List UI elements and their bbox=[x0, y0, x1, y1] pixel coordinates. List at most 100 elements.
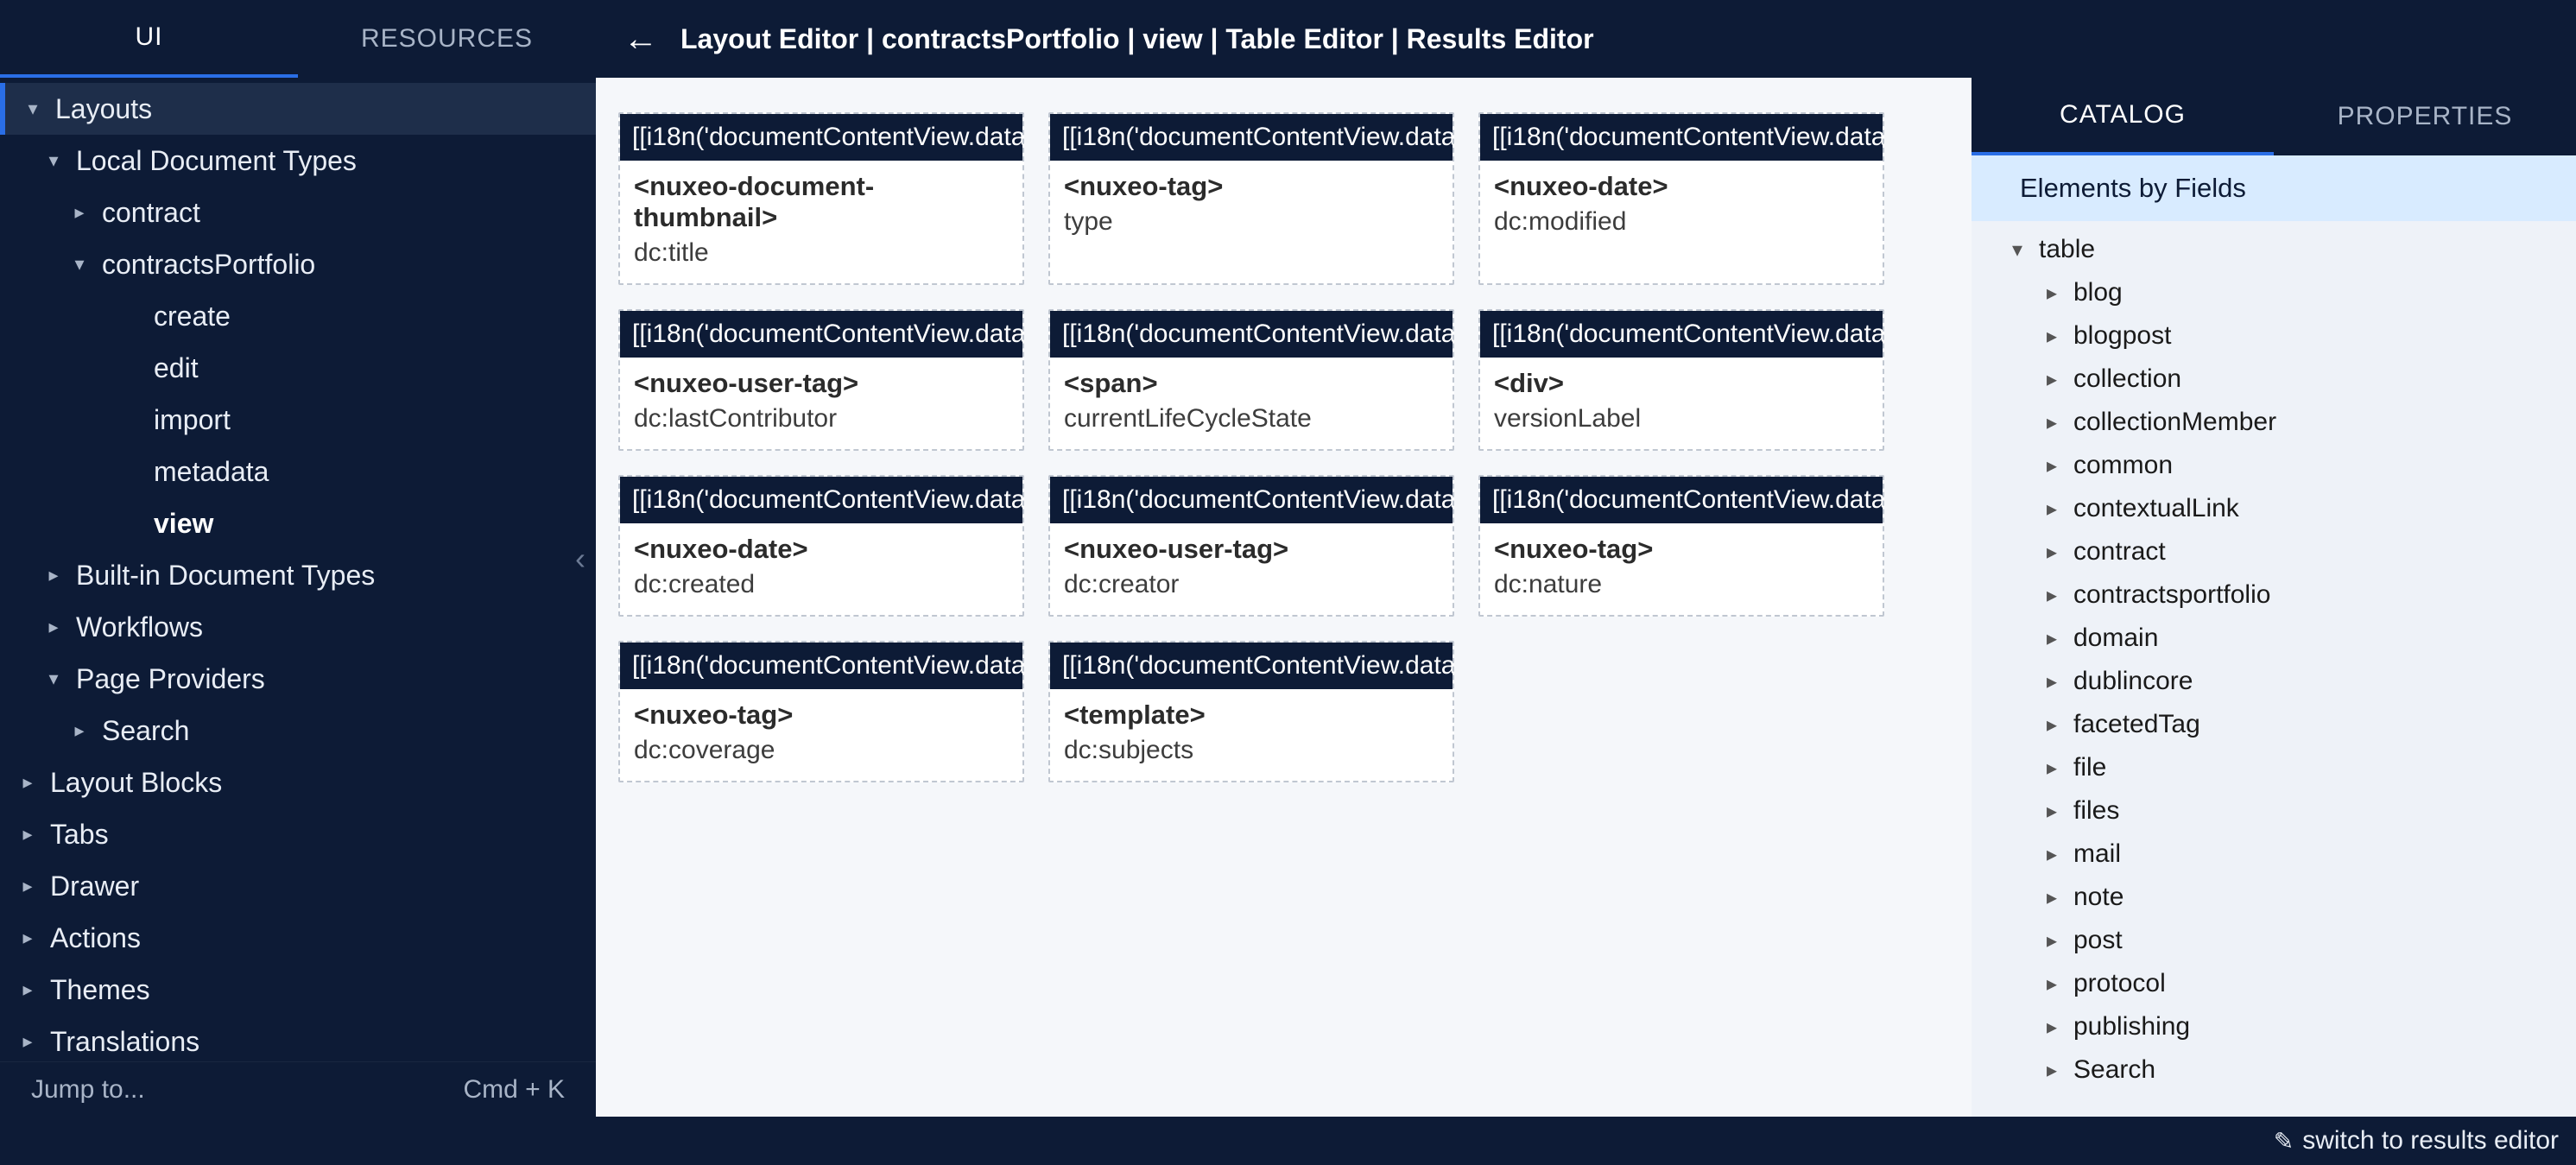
card-body: <span> currentLifeCycleState bbox=[1050, 358, 1453, 449]
catalog-item-post[interactable]: ▸post bbox=[1972, 919, 2576, 962]
tree-item-label: edit bbox=[154, 352, 199, 384]
catalog-item-dublincore[interactable]: ▸dublincore bbox=[1972, 660, 2576, 703]
card-element-tag: <nuxeo-user-tag> bbox=[1064, 534, 1439, 565]
layout-card[interactable]: [[i18n('documentContentView.datatal<nuxe… bbox=[618, 641, 1024, 782]
catalog-item-publishing[interactable]: ▸publishing bbox=[1972, 1005, 2576, 1048]
tree-item-translations[interactable]: ▸Translations bbox=[0, 1016, 596, 1061]
sidebar-tab-ui[interactable]: UI bbox=[0, 0, 298, 78]
layout-card[interactable]: [[i18n('documentContentView.datatal<nuxe… bbox=[1478, 112, 1884, 285]
catalog-item-facetedtag[interactable]: ▸facetedTag bbox=[1972, 703, 2576, 746]
catalog-item-files[interactable]: ▸files bbox=[1972, 789, 2576, 833]
tree-item-edit[interactable]: edit bbox=[0, 342, 596, 394]
catalog-item-protocol[interactable]: ▸protocol bbox=[1972, 962, 2576, 1005]
pencil-icon[interactable]: ✎ bbox=[2274, 1127, 2294, 1156]
card-element-tag: <nuxeo-tag> bbox=[634, 700, 1009, 731]
catalog-item-blogpost[interactable]: ▸blogpost bbox=[1972, 314, 2576, 358]
canvas-grid: [[i18n('documentContentView.datatal<nuxe… bbox=[618, 112, 1949, 782]
caret-icon: ▸ bbox=[2041, 756, 2063, 781]
card-property: dc:title bbox=[634, 238, 1009, 268]
card-element-tag: <span> bbox=[1064, 368, 1439, 399]
tree-item-tabs[interactable]: ▸Tabs bbox=[0, 808, 596, 860]
catalog-item-mail[interactable]: ▸mail bbox=[1972, 833, 2576, 876]
catalog-item-contract[interactable]: ▸contract bbox=[1972, 530, 2576, 573]
card-header: [[i18n('documentContentView.datatal bbox=[1050, 643, 1453, 689]
tree-item-view[interactable]: view bbox=[0, 497, 596, 549]
inspector-subheader: Elements by Fields bbox=[1972, 155, 2576, 221]
tree-item-contractsportfolio[interactable]: ▾contractsPortfolio bbox=[0, 238, 596, 290]
catalog-item-file[interactable]: ▸ file bbox=[1972, 746, 2576, 789]
catalog-item-contextuallink[interactable]: ▸contextualLink bbox=[1972, 487, 2576, 530]
catalog-item-domain[interactable]: ▸domain bbox=[1972, 617, 2576, 660]
caret-icon: ▸ bbox=[2041, 928, 2063, 953]
tree-item-page-providers[interactable]: ▾Page Providers bbox=[0, 653, 596, 705]
catalog-item-label: collectionMember bbox=[2073, 408, 2276, 437]
caret-icon: ▸ bbox=[2041, 367, 2063, 392]
tree-item-create[interactable]: create bbox=[0, 290, 596, 342]
card-element-tag: <div> bbox=[1494, 368, 1869, 399]
layout-card[interactable]: [[i18n('documentContentView.datatal<temp… bbox=[1048, 641, 1454, 782]
catalog-item-blog[interactable]: ▸blog bbox=[1972, 271, 2576, 314]
inspector-tab-catalog[interactable]: CATALOG bbox=[1972, 78, 2274, 155]
catalog-item-label: file bbox=[2073, 753, 2106, 782]
tree-item-built-in-document-types[interactable]: ▸Built-in Document Types bbox=[0, 549, 596, 601]
tree-item-local-document-types[interactable]: ▾ Local Document Types bbox=[0, 135, 596, 187]
tree-item-label: Layouts bbox=[55, 93, 152, 125]
caret-icon: ▸ bbox=[17, 875, 38, 897]
tree-item-label: create bbox=[154, 301, 231, 332]
tree-item-layout-blocks[interactable]: ▸Layout Blocks bbox=[0, 757, 596, 808]
tree-item-label: import bbox=[154, 404, 231, 436]
tree-item-themes[interactable]: ▸Themes bbox=[0, 964, 596, 1016]
sidebar-footer[interactable]: Jump to... Cmd + K bbox=[0, 1061, 596, 1117]
tree-item-layouts[interactable]: ▾Layouts bbox=[0, 83, 596, 135]
tree-item-import[interactable]: import bbox=[0, 394, 596, 446]
inspector-tab-properties[interactable]: PROPERTIES bbox=[2274, 78, 2576, 155]
layout-card[interactable]: [[i18n('documentContentView.datatal<nuxe… bbox=[618, 309, 1024, 451]
layout-card[interactable]: [[i18n('documentContentView.datatal<div>… bbox=[1478, 309, 1884, 451]
tree-item-label: Page Providers bbox=[76, 663, 265, 695]
tree-item-search[interactable]: ▸Search bbox=[0, 705, 596, 757]
caret-icon: ▸ bbox=[2041, 583, 2063, 608]
tree-item-actions[interactable]: ▸Actions bbox=[0, 912, 596, 964]
sidebar-tab-resources[interactable]: RESOURCES bbox=[298, 0, 596, 78]
caret-icon: ▸ bbox=[2041, 972, 2063, 997]
statusbar: ✎ switch to results editor bbox=[0, 1117, 2576, 1165]
caret-icon: ▸ bbox=[2041, 410, 2063, 435]
card-body: <nuxeo-tag>dc:coverage bbox=[620, 689, 1022, 781]
sidebar-collapse-icon[interactable]: ‹ bbox=[575, 541, 585, 577]
catalog-item-label: publishing bbox=[2073, 1012, 2190, 1042]
tree-item-drawer[interactable]: ▸Drawer bbox=[0, 860, 596, 912]
card-property: currentLifeCycleState bbox=[1064, 404, 1439, 434]
back-arrow-icon[interactable]: ← bbox=[617, 16, 665, 62]
jump-to-label: Jump to... bbox=[31, 1075, 145, 1105]
layout-card[interactable]: [[i18n('documentContentView.datatal<nuxe… bbox=[618, 112, 1024, 285]
card-element-tag: <nuxeo-tag> bbox=[1494, 534, 1869, 565]
layout-card[interactable]: [[i18n('documentContentView.datatal<span… bbox=[1048, 309, 1454, 451]
tree-item-label: Local Document Types bbox=[76, 145, 357, 177]
catalog-item-collection[interactable]: ▸ collection bbox=[1972, 358, 2576, 401]
catalog-item-table[interactable]: ▾table bbox=[1972, 228, 2576, 271]
card-element-tag: <nuxeo-tag> bbox=[1064, 171, 1439, 202]
sidebar-tree: ▾Layouts▾Local Document Types▸contract▾c… bbox=[0, 78, 596, 1061]
tree-item-metadata[interactable]: metadata bbox=[0, 446, 596, 497]
layout-card[interactable]: [[i18n('documentContentView.datatal<nuxe… bbox=[1048, 112, 1454, 285]
layout-card[interactable]: [[i18n('documentContentView.datatal<nuxe… bbox=[618, 475, 1024, 617]
catalog-item-contractsportfolio[interactable]: ▸contractsportfolio bbox=[1972, 573, 2576, 617]
card-element-tag: <nuxeo-user-tag> bbox=[634, 368, 1009, 399]
caret-icon: ▾ bbox=[2006, 237, 2029, 263]
catalog-item-note[interactable]: ▸note bbox=[1972, 876, 2576, 919]
tree-item-contract[interactable]: ▸contract bbox=[0, 187, 596, 238]
tree-item-workflows[interactable]: ▸Workflows bbox=[0, 601, 596, 653]
card-body: <nuxeo-user-tag>dc:lastContributor bbox=[620, 358, 1022, 449]
catalog-item-collectionmember[interactable]: ▸ collectionMember bbox=[1972, 401, 2576, 444]
card-element-tag: <nuxeo-date> bbox=[634, 534, 1009, 565]
switch-editor-link[interactable]: switch to results editor bbox=[2302, 1126, 2559, 1156]
catalog-item-search[interactable]: ▸Search bbox=[1972, 1048, 2576, 1092]
main-column: ← Layout Editor | contractsPortfolio | v… bbox=[596, 0, 2576, 1117]
layout-card[interactable]: [[i18n('documentContentView.datatal<nuxe… bbox=[1478, 475, 1884, 617]
tree-item-label: contract bbox=[102, 197, 200, 229]
layout-card[interactable]: [[i18n('documentContentView.datatal<nuxe… bbox=[1048, 475, 1454, 617]
catalog-item-common[interactable]: ▸common bbox=[1972, 444, 2576, 487]
caret-icon: ▾ bbox=[43, 149, 64, 172]
catalog-item-label: collection bbox=[2073, 364, 2181, 394]
card-header: [[i18n('documentContentView.datatal bbox=[620, 311, 1022, 358]
